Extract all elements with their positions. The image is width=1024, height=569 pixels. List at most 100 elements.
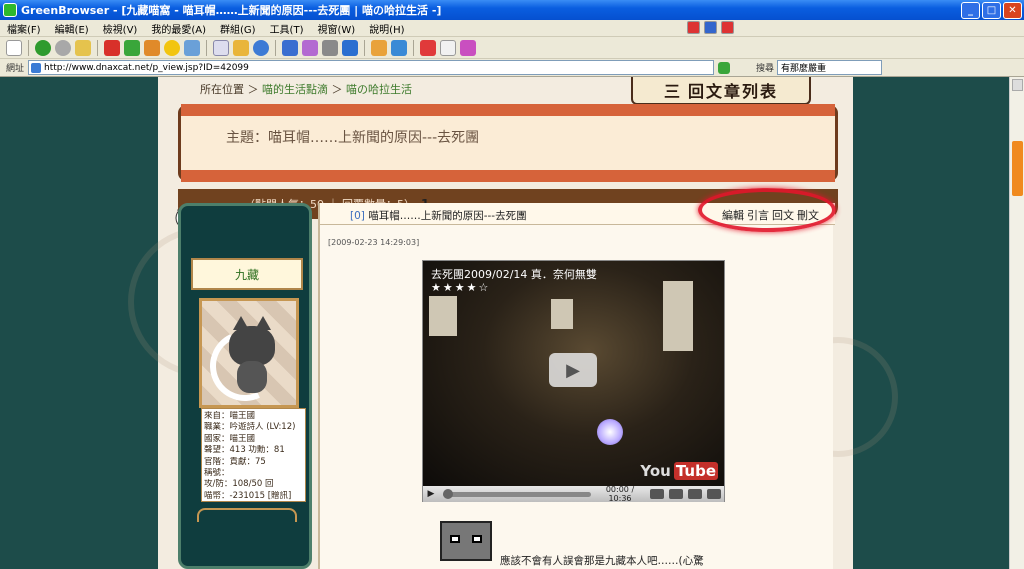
filter-icon[interactable] — [322, 39, 338, 56]
video-player[interactable]: 去死團2009/02/14 真．奈何無雙 ★★★★☆ ▶ You Tube ▶ 0… — [422, 260, 725, 503]
favorites-star-icon[interactable] — [164, 39, 180, 56]
close-button[interactable]: ✕ — [1003, 1, 1022, 19]
search-value: 有那麼嚴重 — [781, 64, 827, 74]
font-increase-icon[interactable] — [371, 39, 387, 56]
info-atk-def: 攻/防：108/50 回 — [204, 479, 274, 490]
breadcrumb-link-life[interactable]: 喵的生活點滴 — [262, 83, 328, 96]
up-folder-icon[interactable] — [75, 39, 91, 56]
scroll-thumb[interactable] — [1012, 141, 1023, 196]
home-icon[interactable] — [144, 39, 160, 56]
menu-tools[interactable]: 工具(T) — [263, 21, 311, 36]
volume-icon[interactable] — [650, 489, 664, 499]
forum-paper: 所在位置 ＞ 喵的生活點滴 ＞ 喵の哈拉生活 三 回文章列表 主題：喵耳帽……上… — [128, 77, 898, 569]
delete-x-icon[interactable] — [420, 39, 436, 56]
username-text[interactable]: 九藏 — [235, 266, 259, 283]
video-title: 去死團2009/02/14 真．奈何無雙 — [431, 268, 597, 281]
globe-icon[interactable] — [253, 39, 269, 56]
video-time: 00:00 / 10:36 — [605, 485, 635, 503]
back-icon[interactable] — [35, 39, 51, 56]
menu-window[interactable]: 視窗(W) — [310, 21, 362, 36]
back-to-list-mark: 三 — [663, 82, 682, 101]
address-input[interactable]: http://www.dnaxcat.net/p_view.jsp?ID=420… — [28, 60, 715, 75]
page-favicon — [31, 62, 42, 73]
go-icon[interactable] — [718, 61, 731, 74]
black-cat-icon — [229, 316, 275, 366]
resize-icon[interactable] — [669, 489, 683, 499]
post-number: [0] — [350, 210, 365, 222]
refresh-icon[interactable] — [124, 39, 140, 56]
screen-icon[interactable] — [342, 39, 358, 56]
address-bar: 網址 http://www.dnaxcat.net/p_view.jsp?ID=… — [0, 59, 1024, 77]
seek-bar[interactable] — [443, 488, 591, 499]
post: [0] 喵耳帽……上新聞的原因---去死團 編輯 引言 回文 刪文 [2009-… — [318, 188, 836, 569]
web-page: 所在位置 ＞ 喵的生活點滴 ＞ 喵の哈拉生活 三 回文章列表 主題：喵耳帽……上… — [0, 77, 1009, 569]
menu-view[interactable]: 檢視(V) — [96, 21, 145, 36]
post-title: [0] 喵耳帽……上新聞的原因---去死團 — [350, 208, 527, 223]
back-to-list-button[interactable]: 三 回文章列表 — [631, 77, 811, 105]
address-label: 網址 — [6, 64, 25, 74]
protest-sign — [551, 299, 573, 329]
info-rank: 官階：貢獻：75 — [204, 456, 266, 467]
info-job: 職業：吟遊詩人 (LV:12) — [204, 422, 296, 433]
pixel-cat-emoticon — [440, 521, 492, 561]
username: 九藏 — [191, 258, 303, 290]
video-rating-stars: ★★★★☆ — [431, 281, 491, 294]
info-coins: 喵幣：-231015 [贈訊] — [204, 490, 292, 501]
window-title: GreenBrowser - [九藏喵窩 - 喵耳帽……上新聞的原因---去死團… — [21, 4, 442, 17]
breadcrumb-link-chat[interactable]: 喵の哈拉生活 — [346, 83, 412, 96]
toolbar-separator — [206, 39, 207, 56]
stop-icon[interactable] — [104, 39, 120, 56]
fullscreen-icon[interactable] — [688, 489, 702, 499]
font-decrease-icon[interactable] — [391, 39, 407, 56]
tools-icon[interactable] — [302, 39, 318, 56]
seek-handle[interactable] — [443, 488, 453, 499]
info-from: 來自：喵王國 — [204, 411, 256, 421]
video-controls: ▶ 00:00 / 10:36 — [423, 485, 724, 503]
tab-restore-icon[interactable] — [704, 21, 717, 34]
checklist-icon[interactable] — [440, 39, 456, 56]
protest-sign — [429, 296, 457, 336]
main-toolbar — [0, 37, 1024, 59]
tab-close-all-icon[interactable] — [721, 21, 734, 34]
post-title-text: 喵耳帽……上新聞的原因---去死團 — [368, 210, 527, 222]
menu-edit[interactable]: 編輯(E) — [48, 21, 96, 36]
topic-title: 主題：喵耳帽……上新聞的原因---去死團 — [226, 130, 480, 146]
history-icon[interactable] — [184, 39, 200, 56]
emoticon-eye — [450, 535, 460, 543]
maximize-button[interactable]: □ — [982, 1, 1001, 19]
info-country: 國家：喵王國 — [204, 433, 256, 444]
palette-icon[interactable] — [460, 39, 476, 56]
emoticon-eye — [472, 535, 482, 543]
banner-bottom-bar — [181, 170, 835, 182]
menu-file[interactable]: 檔案(F) — [0, 21, 48, 36]
forward-icon[interactable] — [55, 39, 71, 56]
breadcrumb-prefix: 所在位置 ＞ — [200, 83, 259, 96]
scroll-up-arrow[interactable] — [1012, 79, 1023, 91]
youtube-logo-tube: Tube — [673, 462, 718, 480]
greenbrowser-logo-icon — [3, 3, 17, 17]
post-date: [2009-02-23 14:29:03] — [328, 238, 420, 247]
post-header: [0] 喵耳帽……上新聞的原因---去死團 編輯 引言 回文 刪文 — [320, 188, 836, 232]
menu-groups[interactable]: 群組(G) — [213, 21, 263, 36]
toolbar-separator — [28, 39, 29, 56]
vertical-scrollbar[interactable] — [1009, 77, 1024, 569]
banner-top-bar — [181, 104, 835, 116]
new-page-icon[interactable] — [6, 39, 22, 56]
undo-icon[interactable] — [282, 39, 298, 56]
play-overlay-button[interactable]: ▶ — [549, 353, 597, 387]
page-icon[interactable] — [213, 39, 229, 56]
search-label: 搜尋 — [756, 64, 775, 74]
search-input[interactable]: 有那麼嚴重 — [777, 60, 883, 75]
user-panel: 九藏 來自：喵王國 職業：吟遊詩人 (LV:12) 國家：喵王國 聲望：413 … — [178, 203, 312, 569]
tab-close-icon[interactable] — [687, 21, 700, 34]
info-fame: 聲望：413 功勳：81 — [204, 445, 285, 456]
menu-icon[interactable] — [707, 489, 721, 499]
menu-help[interactable]: 說明(H) — [362, 21, 411, 36]
play-button[interactable]: ▶ — [423, 489, 439, 499]
menu-favorites[interactable]: 我的最愛(A) — [144, 21, 213, 36]
minimize-button[interactable]: _ — [961, 1, 980, 19]
avatar — [199, 298, 299, 408]
breadcrumb: 所在位置 ＞ 喵的生活點滴 ＞ 喵の哈拉生活 — [200, 81, 412, 97]
collect-icon[interactable] — [233, 39, 249, 56]
video-frame: 去死團2009/02/14 真．奈何無雙 ★★★★☆ ▶ You Tube — [423, 261, 724, 486]
